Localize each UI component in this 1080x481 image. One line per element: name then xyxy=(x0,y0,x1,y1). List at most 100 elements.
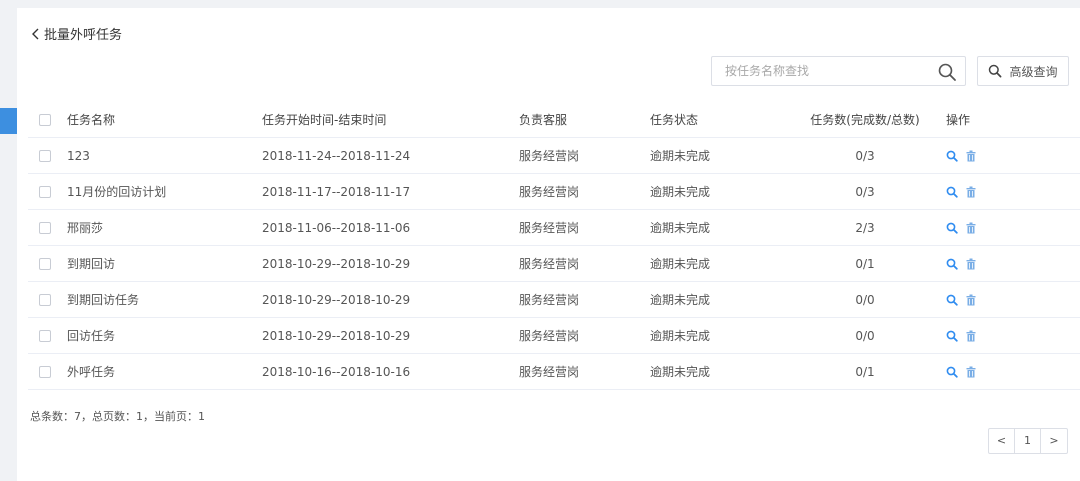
operations-cell xyxy=(930,353,1080,390)
search-icon[interactable] xyxy=(946,150,958,162)
search-icon[interactable] xyxy=(946,330,958,342)
back-link[interactable]: 批量外呼任务 xyxy=(30,24,122,43)
table-row: 到期回访 2018-10-29--2018-10-29 服务经营岗 逾期未完成 … xyxy=(28,245,1080,282)
task-name-cell: 到期回访 xyxy=(67,245,262,282)
header-staff: 负责客服 xyxy=(519,102,650,138)
time-range-cell: 2018-10-29--2018-10-29 xyxy=(262,317,519,354)
table-header-row: 任务名称 任务开始时间-结束时间 负责客服 任务状态 任务数(完成数/总数) 操… xyxy=(28,102,1080,138)
task-name-cell: 回访任务 xyxy=(67,317,262,354)
status-cell: 逾期未完成 xyxy=(650,281,800,318)
row-checkbox[interactable] xyxy=(39,330,51,342)
row-checkbox[interactable] xyxy=(39,222,51,234)
trash-icon[interactable] xyxy=(966,222,976,234)
row-checkbox[interactable] xyxy=(39,366,51,378)
row-checkbox-cell xyxy=(28,245,67,282)
trash-icon[interactable] xyxy=(966,330,976,342)
header-task-count: 任务数(完成数/总数) xyxy=(800,102,930,138)
task-name-cell: 11月份的回访计划 xyxy=(67,173,262,210)
task-count-cell: 0/0 xyxy=(800,317,930,354)
operations-cell xyxy=(930,173,1080,210)
task-count-cell: 0/1 xyxy=(800,353,930,390)
trash-icon[interactable] xyxy=(966,294,976,306)
header-task-name: 任务名称 xyxy=(67,102,262,138)
status-cell: 逾期未完成 xyxy=(650,137,800,174)
status-cell: 逾期未完成 xyxy=(650,209,800,246)
header-status: 任务状态 xyxy=(650,102,800,138)
trash-icon[interactable] xyxy=(966,186,976,198)
search-box xyxy=(711,56,966,86)
table-row: 邢丽莎 2018-11-06--2018-11-06 服务经营岗 逾期未完成 2… xyxy=(28,209,1080,246)
table-row: 11月份的回访计划 2018-11-17--2018-11-17 服务经营岗 逾… xyxy=(28,173,1080,210)
time-range-cell: 2018-11-24--2018-11-24 xyxy=(262,137,519,174)
pagination-next-button[interactable]: > xyxy=(1041,429,1067,453)
search-icon[interactable] xyxy=(946,258,958,270)
main-panel: 批量外呼任务 高级查询 任务名称 任务 xyxy=(17,8,1080,481)
row-checkbox[interactable] xyxy=(39,258,51,270)
header-time-range: 任务开始时间-结束时间 xyxy=(262,102,519,138)
task-table: 任务名称 任务开始时间-结束时间 负责客服 任务状态 任务数(完成数/总数) 操… xyxy=(28,102,1080,390)
row-checkbox-cell xyxy=(28,281,67,318)
row-checkbox[interactable] xyxy=(39,150,51,162)
pagination-page-1[interactable]: 1 xyxy=(1015,429,1041,453)
status-cell: 逾期未完成 xyxy=(650,173,800,210)
task-count-cell: 0/0 xyxy=(800,281,930,318)
operations-cell xyxy=(930,317,1080,354)
search-icon xyxy=(989,64,1002,78)
search-input[interactable] xyxy=(723,57,937,85)
table-row: 123 2018-11-24--2018-11-24 服务经营岗 逾期未完成 0… xyxy=(28,137,1080,174)
staff-cell: 服务经营岗 xyxy=(519,173,650,210)
table-row: 到期回访任务 2018-10-29--2018-10-29 服务经营岗 逾期未完… xyxy=(28,281,1080,318)
pagination: < 1 > xyxy=(988,428,1068,454)
trash-icon[interactable] xyxy=(966,366,976,378)
table-row: 外呼任务 2018-10-16--2018-10-16 服务经营岗 逾期未完成 … xyxy=(28,353,1080,390)
pagination-summary: 总条数：7，总页数：1，当前页：1 xyxy=(30,410,205,423)
staff-cell: 服务经营岗 xyxy=(519,245,650,282)
search-icon[interactable] xyxy=(937,62,957,82)
status-cell: 逾期未完成 xyxy=(650,245,800,282)
task-name-cell: 外呼任务 xyxy=(67,353,262,390)
trash-icon[interactable] xyxy=(966,150,976,162)
operations-cell xyxy=(930,137,1080,174)
staff-cell: 服务经营岗 xyxy=(519,209,650,246)
advanced-search-button[interactable]: 高级查询 xyxy=(977,56,1069,86)
operations-cell xyxy=(930,245,1080,282)
row-checkbox-cell xyxy=(28,173,67,210)
time-range-cell: 2018-10-16--2018-10-16 xyxy=(262,353,519,390)
staff-cell: 服务经营岗 xyxy=(519,317,650,354)
left-nav-active-indicator[interactable] xyxy=(0,108,17,134)
row-checkbox-cell xyxy=(28,137,67,174)
row-checkbox[interactable] xyxy=(39,186,51,198)
operations-cell xyxy=(930,281,1080,318)
row-checkbox-cell xyxy=(28,317,67,354)
search-icon[interactable] xyxy=(946,366,958,378)
page: 批量外呼任务 高级查询 任务名称 任务 xyxy=(0,0,1080,481)
time-range-cell: 2018-10-29--2018-10-29 xyxy=(262,281,519,318)
search-icon[interactable] xyxy=(946,186,958,198)
row-checkbox[interactable] xyxy=(39,294,51,306)
search-icon[interactable] xyxy=(946,222,958,234)
advanced-search-label: 高级查询 xyxy=(1009,64,1058,79)
select-all-checkbox[interactable] xyxy=(39,114,51,126)
task-name-cell: 到期回访任务 xyxy=(67,281,262,318)
task-count-cell: 0/1 xyxy=(800,245,930,282)
staff-cell: 服务经营岗 xyxy=(519,137,650,174)
staff-cell: 服务经营岗 xyxy=(519,353,650,390)
page-title: 批量外呼任务 xyxy=(44,28,123,43)
pagination-prev-button[interactable]: < xyxy=(989,429,1015,453)
operations-cell xyxy=(930,209,1080,246)
status-cell: 逾期未完成 xyxy=(650,317,800,354)
header-operations: 操作 xyxy=(930,102,1080,138)
task-count-cell: 0/3 xyxy=(800,173,930,210)
search-icon[interactable] xyxy=(946,294,958,306)
status-cell: 逾期未完成 xyxy=(650,353,800,390)
task-count-cell: 2/3 xyxy=(800,209,930,246)
staff-cell: 服务经营岗 xyxy=(519,281,650,318)
left-nav-strip xyxy=(0,0,17,481)
task-name-cell: 邢丽莎 xyxy=(67,209,262,246)
row-checkbox-cell xyxy=(28,353,67,390)
trash-icon[interactable] xyxy=(966,258,976,270)
task-name-cell: 123 xyxy=(67,137,262,174)
top-strip xyxy=(0,0,1080,8)
task-count-cell: 0/3 xyxy=(800,137,930,174)
time-range-cell: 2018-11-17--2018-11-17 xyxy=(262,173,519,210)
